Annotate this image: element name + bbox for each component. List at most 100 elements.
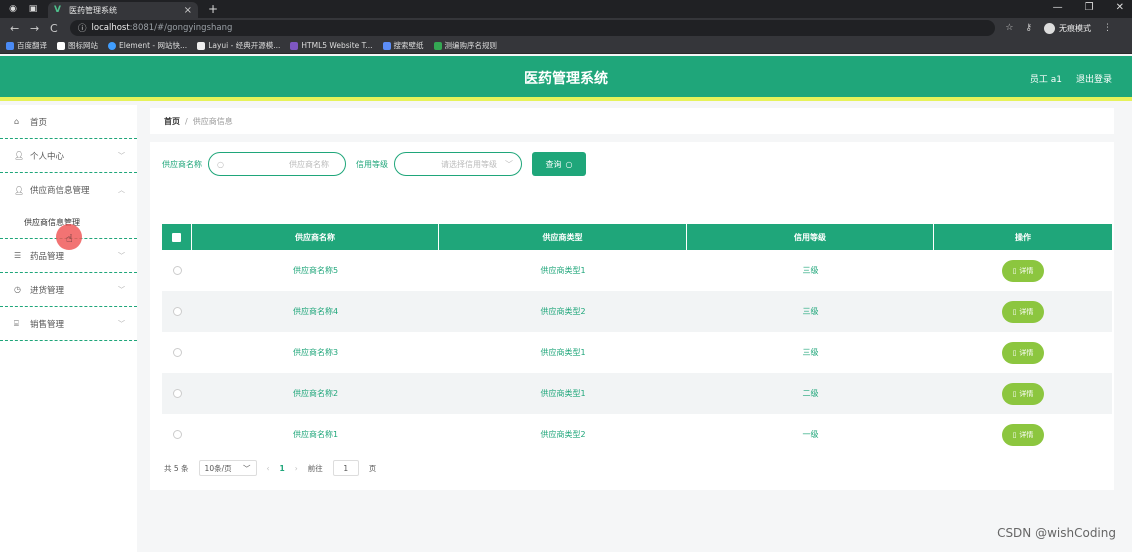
select-all-checkbox[interactable] [172,232,181,242]
query-button[interactable]: 查询 ○ [532,152,586,176]
home-icon: ⌂ [14,117,20,126]
user-name: 员工 a1 [1029,75,1062,85]
bookmark-item[interactable]: HTML5 Website T... [290,41,373,50]
logout-link[interactable]: 退出登录 [1076,72,1112,85]
cell-credit-level: 三级 [802,348,819,357]
table-row: 供应商名称2 供应商类型1 二级 ▯ 详情 [162,373,1112,414]
prev-page-icon[interactable]: ‹ [267,464,270,473]
main-content: 供应商名称 ○ 供应商名称 信用等级 请选择信用等级 ﹀ 查询 ○ 供应商名称 … [150,142,1114,490]
cell-supplier-name: 供应商名称5 [292,266,339,275]
goto-page-input[interactable]: 1 [332,460,359,476]
element-icon [108,41,116,50]
table-row: 供应商名称4 供应商类型2 三级 ▯ 详情 [162,291,1112,332]
detail-button[interactable]: ▯ 详情 [1002,341,1044,364]
restore-icon[interactable]: ❐ [1085,2,1094,13]
sidebar: ⌂ 首页 👤︎ 个人中心 ﹀ 👤︎ 供应商信息管理 ︿ 供应商信息管理 ☰ 药品… [0,105,137,552]
header-credit-level: 信用等级 [687,224,934,250]
document-icon: ▯ [1012,348,1017,357]
reload-icon[interactable]: C [50,22,60,35]
breadcrumb-home[interactable]: 首页 [164,116,180,127]
page-number[interactable]: 1 [280,464,285,473]
sidebar-item-sales[interactable]: ⌸ 销售管理 ﹀ [0,307,137,341]
detail-button[interactable]: ▯ 详情 [1002,423,1044,446]
sidebar-item-purchase[interactable]: ◷ 进货管理 ﹀ [0,273,137,307]
pagination: 共 5 条 10条/页 ﹀ ‹ 1 › 前往 1 页 [164,460,376,476]
forward-icon[interactable]: → [30,22,40,35]
address-actions: ☆ ⚷ 无痕模式 ⋮ [1005,22,1112,34]
watermark: CSDN @wishCoding [997,526,1116,540]
table-row: 供应商名称3 供应商类型1 三级 ▯ 详情 [162,332,1112,373]
cell-credit-level: 二级 [802,389,819,398]
cell-credit-level: 三级 [802,266,819,275]
bookmark-item[interactable]: Layui - 经典开源模... [197,40,280,51]
list-icon: ☰ [14,251,22,260]
next-page-icon[interactable]: › [295,464,298,473]
user-area: 员工 a1 退出登录 [1030,72,1112,85]
address-bar: ← → C ⓘ localhost :8081/#/gongyingshang … [0,18,1132,38]
tab-title: 医药管理系统 [69,5,117,15]
chevron-down-icon: ﹀ [118,285,125,294]
back-icon[interactable]: ← [10,22,20,35]
layui-icon [197,41,206,50]
credit-level-select[interactable]: 请选择信用等级 ﹀ [394,152,522,176]
cell-credit-level: 一级 [802,430,819,439]
bookmark-item[interactable]: 图标网站 [57,40,98,51]
bookmark-item[interactable]: Element - 网站快... [108,40,187,51]
browser-tabbar: ◉ ▣ V 医药管理系统 × + — ❐ ✕ [0,0,1132,18]
bookmark-item[interactable]: 搜索壁纸 [382,40,424,51]
more-icon[interactable]: ⋮ [1103,23,1112,33]
close-window-icon[interactable]: ✕ [1116,2,1124,13]
header-actions: 操作 [1015,232,1031,242]
incognito-label: 无痕模式 [1059,23,1091,33]
sidebar-item-profile[interactable]: 👤︎ 个人中心 ﹀ [0,139,137,173]
supplier-name-input[interactable]: ○ 供应商名称 [208,152,346,176]
supplier-name-label: 供应商名称 [162,159,202,169]
search-form: 供应商名称 ○ 供应商名称 信用等级 请选择信用等级 ﹀ 查询 ○ [162,152,586,176]
bookmarks-bar: 百度翻译 图标网站 Element - 网站快... Layui - 经典开源模… [0,38,1132,54]
chevron-down-icon: ﹀ [118,151,125,160]
star-icon[interactable]: ☆ [1005,23,1013,33]
info-icon: ⓘ [78,24,87,34]
row-checkbox[interactable] [172,389,182,398]
row-checkbox[interactable] [172,348,182,357]
incognito-badge[interactable]: 无痕模式 [1044,22,1091,34]
browser-tab[interactable]: V 医药管理系统 × [48,2,198,18]
minimize-icon[interactable]: — [1053,2,1063,13]
credit-level-label: 信用等级 [356,159,388,169]
close-tab-icon[interactable]: × [184,5,192,16]
url-input[interactable]: ⓘ localhost :8081/#/gongyingshang [70,20,996,36]
app-title: 医药管理系统 [524,71,608,87]
tab-search-icon[interactable]: ▣ [26,3,40,15]
cell-supplier-type: 供应商类型2 [540,430,586,439]
key-icon[interactable]: ⚷ [1025,23,1032,33]
bank-icon: ⌸ [14,318,19,328]
page-size-select[interactable]: 10条/页 ﹀ [198,460,257,476]
row-checkbox[interactable] [172,307,182,316]
bookmark-item[interactable]: 测编购序名规则 [433,40,497,51]
browser-menu-icon[interactable]: ◉ [6,3,20,15]
sidebar-item-supplier[interactable]: 👤︎ 供应商信息管理 ︿ [0,173,137,207]
document-icon: ▯ [1012,266,1017,275]
detail-button[interactable]: ▯ 详情 [1002,259,1044,282]
breadcrumb-separator: / [185,116,188,126]
search-icon: ○ [565,159,573,169]
chevron-down-icon: ﹀ [505,159,513,169]
table-row: 供应商名称1 供应商类型2 一级 ▯ 详情 [162,414,1112,455]
document-icon: ▯ [1012,307,1017,316]
hand-cursor-icon: ☝ [66,232,73,245]
new-tab-icon[interactable]: + [208,2,218,16]
row-checkbox[interactable] [172,266,182,275]
sidebar-item-home[interactable]: ⌂ 首页 [0,105,137,139]
cell-supplier-type: 供应商类型1 [540,266,586,275]
bookmark-item[interactable]: 百度翻译 [6,40,47,51]
detail-button[interactable]: ▯ 详情 [1002,382,1044,405]
goto-unit: 页 [368,463,377,473]
chevron-up-icon: ︿ [118,186,125,194]
url-path: :8081/#/gongyingshang [129,23,233,33]
chevron-down-icon: ﹀ [243,463,251,473]
row-checkbox[interactable] [172,430,182,439]
window-controls: — ❐ ✕ [1053,2,1124,13]
clock-icon: ◷ [14,285,21,294]
detail-button[interactable]: ▯ 详情 [1002,300,1044,323]
search-icon: ○ [217,159,224,169]
